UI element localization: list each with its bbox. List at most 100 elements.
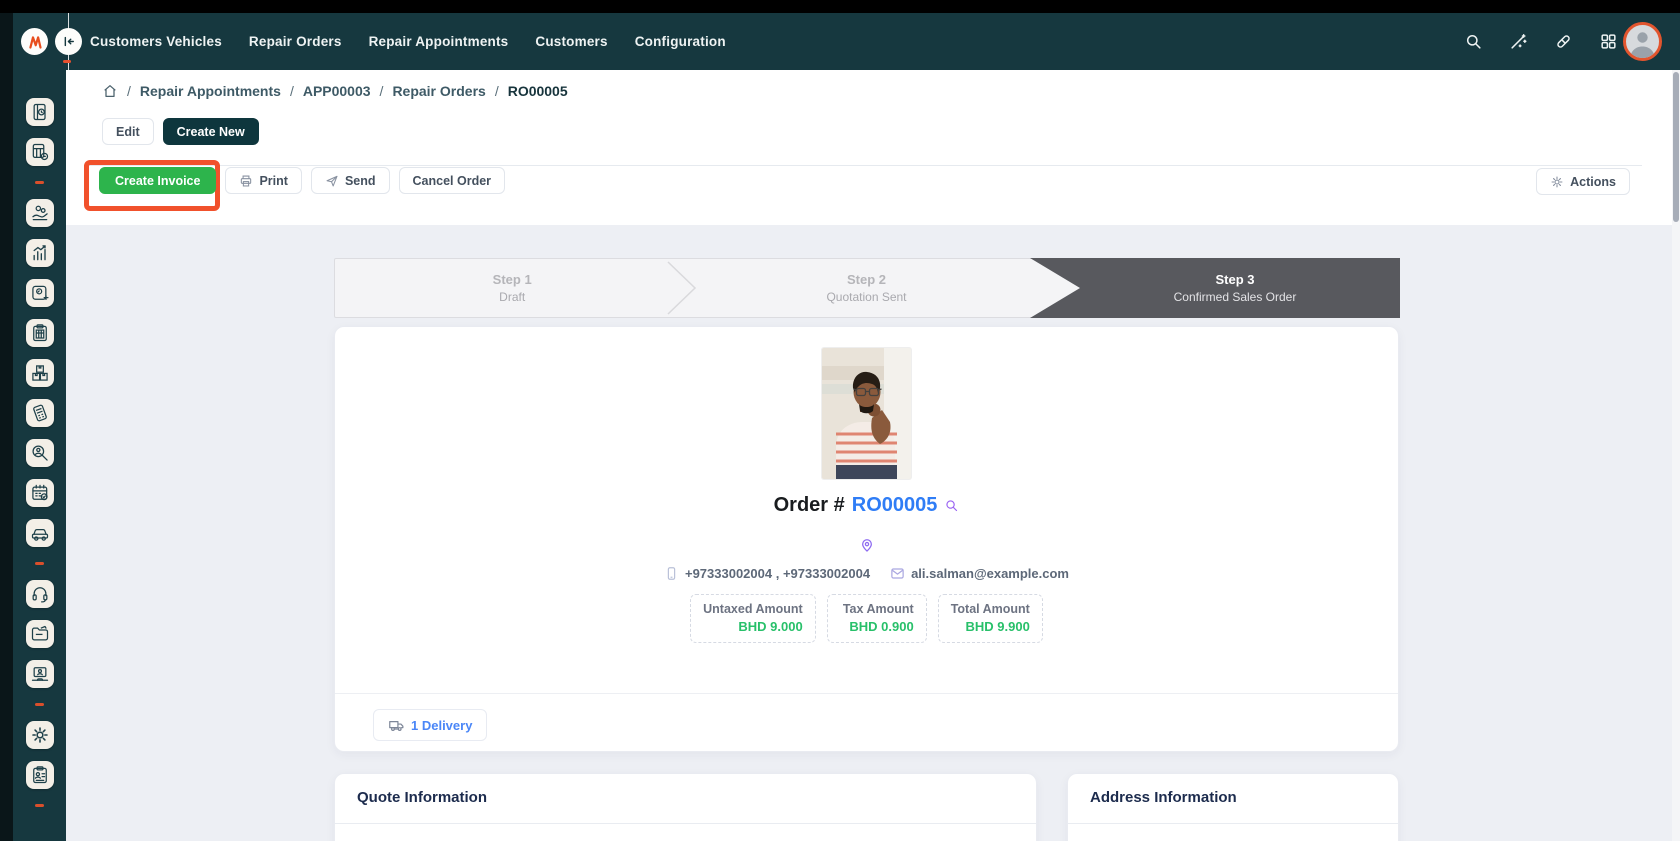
- headset-icon[interactable]: [26, 580, 54, 608]
- breadcrumb-repair-appointments[interactable]: Repair Appointments: [140, 83, 281, 99]
- mail-icon: [890, 566, 905, 581]
- step-3-confirmed-sales-order: Step 3 Confirmed Sales Order: [1030, 258, 1400, 318]
- gear-icon: [1550, 175, 1564, 189]
- breadcrumb-separator: /: [290, 83, 294, 99]
- pos-terminal-icon[interactable]: [26, 399, 54, 427]
- pill-icon[interactable]: [1554, 32, 1573, 51]
- card-divider: [335, 823, 1036, 824]
- amount-label: Untaxed Amount: [703, 602, 803, 616]
- address-information-title: Address Information: [1090, 789, 1237, 806]
- step-title: Step 3: [1215, 272, 1254, 287]
- card-divider: [1068, 823, 1398, 824]
- inventory-boxes-icon[interactable]: [26, 359, 54, 387]
- app-logo[interactable]: [21, 28, 48, 55]
- untaxed-amount-box: Untaxed Amount BHD 9.000: [690, 594, 816, 643]
- apps-grid-icon[interactable]: [1599, 32, 1618, 51]
- magic-wand-icon[interactable]: [1509, 32, 1528, 51]
- quote-information-title: Quote Information: [357, 789, 487, 806]
- contact-row: +97333002004 , +97333002004 ali.salman@e…: [664, 566, 1069, 581]
- create-invoice-button[interactable]: Create Invoice: [99, 167, 216, 194]
- calculator-icon[interactable]: [26, 138, 54, 166]
- step-subtitle: Draft: [499, 290, 525, 304]
- sidebar-separator-dash: [35, 703, 44, 706]
- card-divider: [335, 693, 1398, 694]
- calendar-check-icon[interactable]: [26, 479, 54, 507]
- step-subtitle: Quotation Sent: [826, 290, 906, 304]
- edit-row: Edit Create New: [102, 118, 259, 145]
- print-button[interactable]: Print: [225, 167, 301, 194]
- breadcrumb-separator: /: [127, 83, 131, 99]
- nav-menu: Customers Vehicles Repair Orders Repair …: [90, 13, 726, 70]
- clipboard-user-icon[interactable]: [26, 761, 54, 789]
- page-header: / Repair Appointments / APP00003 / Repai…: [66, 70, 1672, 225]
- nav-active-indicator-dash: [63, 60, 71, 63]
- scale-plus-icon[interactable]: [26, 279, 54, 307]
- sidebar-separator-dash: [35, 804, 44, 807]
- send-icon: [325, 174, 339, 188]
- settings-gear-icon[interactable]: [26, 721, 54, 749]
- order-number-link[interactable]: RO00005: [852, 494, 938, 517]
- total-amount-box: Total Amount BHD 9.900: [938, 594, 1043, 643]
- amount-value: BHD 9.900: [951, 619, 1030, 634]
- user-avatar[interactable]: [1623, 22, 1662, 61]
- step-title: Step 2: [847, 272, 886, 287]
- step-title: Step 1: [493, 272, 532, 287]
- app-root: Customers Vehicles Repair Orders Repair …: [0, 0, 1680, 841]
- step-subtitle: Confirmed Sales Order: [1174, 290, 1297, 304]
- phone-numbers: +97333002004 , +97333002004: [664, 566, 870, 581]
- sidebar-separator-dash: [35, 562, 44, 565]
- search-icon[interactable]: [1464, 32, 1483, 51]
- laptop-user-icon[interactable]: [26, 660, 54, 688]
- amount-value: BHD 0.900: [840, 619, 914, 634]
- printer-icon: [239, 174, 253, 188]
- edit-button[interactable]: Edit: [102, 118, 154, 145]
- cancel-order-button[interactable]: Cancel Order: [399, 167, 506, 194]
- actions-button[interactable]: Actions: [1536, 168, 1630, 195]
- car-icon[interactable]: [26, 519, 54, 547]
- search-person-icon[interactable]: [26, 439, 54, 467]
- amount-value: BHD 9.000: [703, 619, 803, 634]
- logo-m-icon: [24, 31, 46, 53]
- header-divider: [86, 165, 1642, 166]
- journal-clock-icon[interactable]: [26, 98, 54, 126]
- create-new-button[interactable]: Create New: [163, 118, 259, 145]
- magnifier-icon[interactable]: [944, 498, 959, 513]
- growth-chart-icon[interactable]: [26, 239, 54, 267]
- breadcrumb: / Repair Appointments / APP00003 / Repai…: [102, 83, 568, 99]
- app-sidebar: [13, 70, 66, 841]
- nav-item-repair-appointments[interactable]: Repair Appointments: [369, 34, 509, 49]
- address-information-card: Address Information: [1067, 773, 1399, 841]
- order-summary-card: Order # RO00005 +97333002004 , +97333002…: [334, 326, 1399, 752]
- step-2-quotation-sent: Step 2 Quotation Sent: [689, 259, 1043, 317]
- scrollbar-thumb[interactable]: [1673, 72, 1679, 222]
- nav-item-configuration[interactable]: Configuration: [635, 34, 726, 49]
- clipboard-calculator-icon[interactable]: [26, 319, 54, 347]
- page-scrollbar: [1672, 70, 1680, 841]
- home-icon[interactable]: [102, 83, 118, 99]
- truck-icon: [388, 717, 405, 734]
- breadcrumb-repair-orders[interactable]: Repair Orders: [392, 83, 485, 99]
- tax-amount-box: Tax Amount BHD 0.900: [827, 594, 927, 643]
- nav-right-icons: [1464, 13, 1618, 70]
- delivery-button[interactable]: 1 Delivery: [373, 709, 487, 741]
- step-chevron-icon: [667, 260, 697, 316]
- sidebar-collapse-button[interactable]: [55, 28, 82, 55]
- location-pin-icon[interactable]: [859, 537, 875, 553]
- breadcrumb-separator: /: [495, 83, 499, 99]
- breadcrumb-app00003[interactable]: APP00003: [303, 83, 371, 99]
- nav-item-customers-vehicles[interactable]: Customers Vehicles: [90, 34, 222, 49]
- collapse-arrow-icon: [59, 32, 78, 51]
- step-1-draft: Step 1 Draft: [335, 259, 689, 317]
- hand-coins-icon[interactable]: [26, 199, 54, 227]
- order-number-line: Order # RO00005: [774, 494, 960, 517]
- order-label: Order #: [774, 494, 845, 517]
- email-address[interactable]: ali.salman@example.com: [890, 566, 1069, 581]
- folder-documents-icon[interactable]: [26, 620, 54, 648]
- order-status-stepbar: Step 1 Draft Step 2 Quotation Sent Step …: [334, 258, 1399, 318]
- nav-item-customers[interactable]: Customers: [535, 34, 607, 49]
- top-black-strip: [0, 0, 1680, 13]
- nav-item-repair-orders[interactable]: Repair Orders: [249, 34, 342, 49]
- send-button[interactable]: Send: [311, 167, 390, 194]
- avatar-person-icon: [1626, 25, 1659, 58]
- amounts-row: Untaxed Amount BHD 9.000 Tax Amount BHD …: [690, 594, 1043, 643]
